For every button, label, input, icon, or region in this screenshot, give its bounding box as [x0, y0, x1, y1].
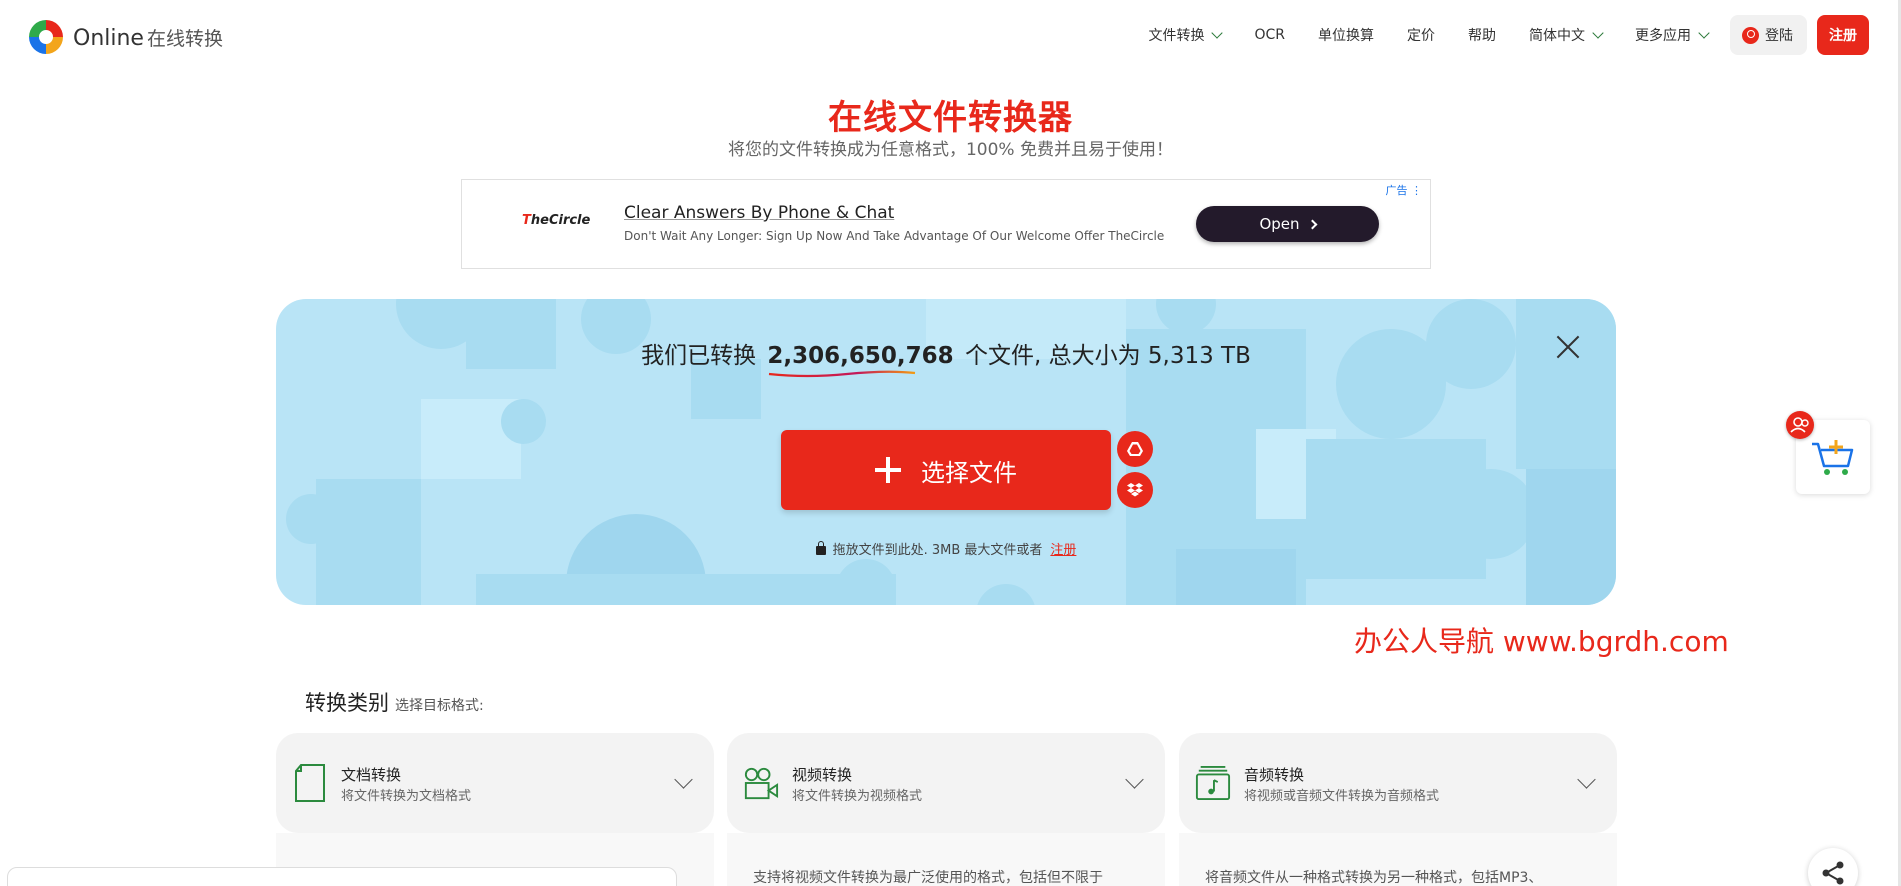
category-card-video[interactable]: 视频转换 将文件转换为视频格式 [727, 733, 1165, 833]
drop-note-text: 拖放文件到此处. 3MB 最大文件或者 [832, 543, 1043, 558]
nav-label: 帮助 [1468, 28, 1496, 44]
ad-brand-logo: TheCircle [522, 213, 591, 228]
chevron-down-icon [1592, 27, 1604, 39]
choose-file-button[interactable]: 选择文件 [781, 430, 1111, 510]
video-icon [744, 767, 779, 800]
stats-suffix: 个文件, 总大小为 5,313 TB [964, 343, 1251, 369]
ad-tag[interactable]: 广告 ⋮ [1386, 182, 1423, 198]
choose-file-label: 选择文件 [921, 458, 1017, 487]
close-icon[interactable] [1555, 334, 1581, 360]
category-card-document[interactable]: 文档转换 将文件转换为文档格式 [276, 733, 714, 833]
nav-ocr[interactable]: OCR [1254, 27, 1285, 43]
drop-note: 拖放文件到此处. 3MB 最大文件或者 注册 [276, 539, 1616, 558]
ad-open-label: Open [1259, 215, 1300, 233]
files-count-value: 2,306,650,768 [767, 343, 954, 369]
chevron-down-icon [1211, 27, 1224, 39]
decor-shape [286, 494, 336, 544]
brand-name-cn: 在线转换 [146, 27, 223, 50]
nav-language[interactable]: 简体中文 [1529, 25, 1604, 45]
support-avatar-button[interactable] [1786, 411, 1814, 439]
ad-banner[interactable]: 广告 ⋮ TheCircle Clear Answers By Phone & … [461, 179, 1431, 269]
category-body-audio: 将音频文件从一种格式转换为另一种格式，包括MP3、 [1179, 833, 1617, 886]
card-title: 音频转换 [1244, 766, 1305, 784]
category-card-audio[interactable]: 音频转换 将视频或音频文件转换为音频格式 [1179, 733, 1617, 833]
login-label: 登陆 [1765, 28, 1793, 44]
document-icon [295, 764, 325, 802]
upload-panel[interactable]: 我们已转换 2,306,650,768 个文件, 总大小为 5,313 TB 选… [276, 299, 1616, 605]
card-description: 将文件转换为文档格式 [341, 789, 472, 804]
decor-shape [1516, 299, 1616, 469]
watermark-text: 办公人导航 www.bgrdh.com [1354, 625, 1729, 658]
share-icon [1822, 861, 1844, 885]
google-drive-button[interactable] [1117, 431, 1153, 467]
chevron-down-icon [674, 770, 693, 789]
ad-headline[interactable]: Clear Answers By Phone & Chat [624, 203, 894, 223]
nav-label: 简体中文 [1529, 28, 1585, 44]
nav-label: 单位换算 [1318, 28, 1374, 44]
card-description: 将文件转换为视频格式 [792, 789, 923, 804]
card-description: 将视频或音频文件转换为音频格式 [1244, 789, 1440, 804]
decor-shape [476, 574, 896, 605]
chevron-down-icon [1698, 27, 1710, 39]
card-body-text: 将音频文件从一种格式转换为另一种格式，包括MP3、 [1205, 870, 1543, 886]
page-subtitle: 将您的文件转换成为任意格式，100% 免费并且易于使用！ [727, 140, 1173, 160]
logo[interactable]: Online 在线转换 [27, 18, 223, 56]
audio-icon [1195, 765, 1231, 801]
card-body-text: 支持将视频文件转换为最广泛使用的格式，包括但不限于 [753, 870, 1103, 886]
ad-brand: heCircle [530, 213, 591, 228]
login-button[interactable]: 登陆 [1730, 15, 1807, 55]
bottom-bar[interactable] [7, 867, 677, 886]
user-icon [1742, 26, 1759, 44]
logo-text: Online 在线转换 [73, 24, 223, 51]
nav-unit-conversion[interactable]: 单位换算 [1318, 25, 1374, 45]
dropbox-button[interactable] [1117, 472, 1153, 508]
category-body-video: 支持将视频文件转换为最广泛使用的格式，包括但不限于 [727, 833, 1165, 886]
page: Online 在线转换 文件转换 OCR 单位换算 定价 帮助 简体中文 更多应用… [0, 0, 1901, 886]
user-icon [1790, 417, 1809, 433]
ad-description: Don't Wait Any Longer: Sign Up Now And T… [624, 229, 1165, 243]
share-button[interactable] [1808, 848, 1858, 886]
nav-help[interactable]: 帮助 [1468, 25, 1496, 45]
chevron-down-icon [1125, 770, 1144, 789]
files-count: 2,306,650,768 [767, 343, 954, 378]
dropbox-icon [1127, 483, 1143, 497]
header: Online 在线转换 文件转换 OCR 单位换算 定价 帮助 简体中文 更多应用… [0, 0, 1901, 70]
conversion-stats: 我们已转换 2,306,650,768 个文件, 总大小为 5,313 TB [276, 336, 1616, 378]
register-button[interactable]: 注册 [1817, 15, 1869, 55]
google-drive-icon [1127, 442, 1143, 456]
chevron-right-icon [1307, 219, 1317, 229]
categories-heading: 转换类别 选择目标格式: [305, 687, 484, 717]
nav-more-apps[interactable]: 更多应用 [1635, 25, 1710, 45]
decor-shape [976, 584, 1036, 605]
register-link[interactable]: 注册 [1050, 543, 1076, 558]
chevron-down-icon [1577, 770, 1596, 789]
nav-label: 定价 [1407, 28, 1435, 44]
decor-shape [1526, 469, 1616, 605]
nav-label: 更多应用 [1635, 28, 1691, 44]
nav-pricing[interactable]: 定价 [1407, 25, 1435, 45]
underline-decoration [769, 370, 916, 378]
card-title: 文档转换 [341, 766, 402, 784]
lock-icon [815, 541, 826, 555]
decor-shape [836, 559, 896, 605]
card-title: 视频转换 [792, 766, 853, 784]
stats-prefix: 我们已转换 [641, 343, 757, 369]
brand-name: Online [73, 25, 144, 51]
logo-icon [27, 18, 65, 56]
decor-shape [341, 524, 421, 604]
categories-title: 转换类别 [305, 691, 389, 715]
nav-label: 文件转换 [1148, 28, 1205, 44]
decor-shape [501, 399, 546, 444]
page-title: 在线文件转换器 [828, 98, 1073, 138]
nav-file-convert[interactable]: 文件转换 [1148, 25, 1224, 45]
ad-open-button[interactable]: Open [1196, 206, 1379, 242]
categories-hint: 选择目标格式: [395, 698, 484, 714]
main-nav: 文件转换 OCR 单位换算 定价 帮助 简体中文 更多应用 登陆 注册 [1148, 15, 1869, 55]
plus-icon [875, 457, 901, 483]
nav-label: OCR [1254, 27, 1285, 43]
